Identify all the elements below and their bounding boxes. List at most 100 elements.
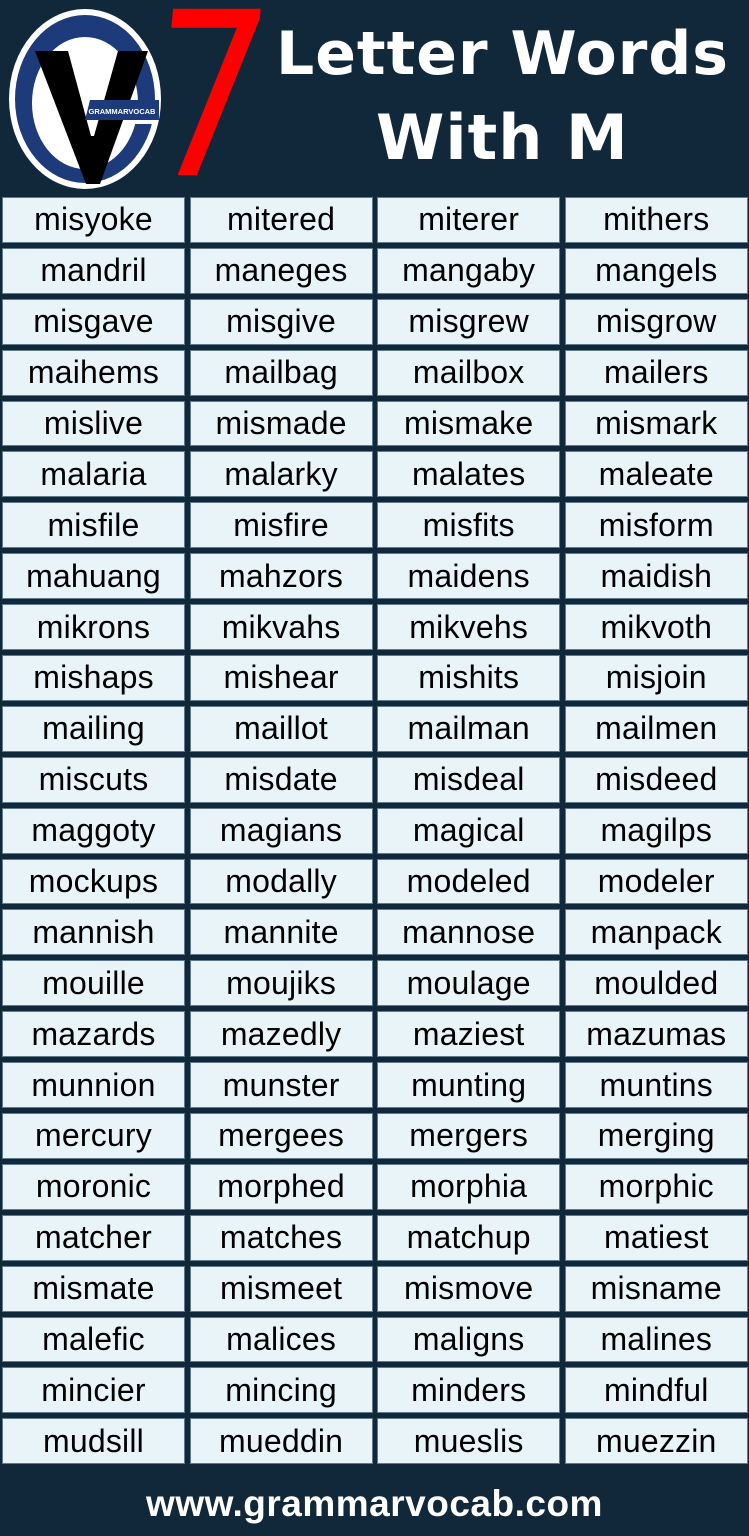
word-cell: misjoin <box>564 655 748 701</box>
word-cell: malarky <box>189 451 373 498</box>
word-cell: mismove <box>377 1265 561 1312</box>
word-cell: maziest <box>377 1011 561 1058</box>
word-cell: morphic <box>564 1163 748 1210</box>
word-cell: mangels <box>564 247 748 294</box>
word-cell: malates <box>377 451 561 498</box>
word-cell: mailmen <box>564 705 748 752</box>
word-cell: mislive <box>2 400 185 447</box>
word-cell: modeler <box>564 858 748 905</box>
word-cell: mudsill <box>2 1418 185 1465</box>
word-cell: mueslis <box>377 1418 561 1465</box>
word-cell: moulage <box>377 960 561 1007</box>
word-cell: malices <box>189 1316 373 1363</box>
word-cell: malines <box>564 1316 748 1363</box>
word-cell: maidish <box>564 553 748 600</box>
word-cell: mincier <box>2 1367 185 1414</box>
word-cell: maidens <box>377 553 561 600</box>
word-cell: manpack <box>564 909 748 956</box>
word-cell: mazards <box>2 1011 185 1058</box>
word-cell: mikvahs <box>189 604 373 651</box>
footer-url: www.grammarvocab.com <box>146 1483 603 1524</box>
word-cell: munnion <box>2 1062 185 1109</box>
word-cell: mazumas <box>564 1011 748 1058</box>
word-cell: mishits <box>377 655 561 701</box>
word-cell: malefic <box>2 1316 185 1363</box>
word-cell: mergees <box>189 1113 373 1159</box>
word-cell: mismade <box>189 400 373 447</box>
word-cell: misform <box>564 502 748 549</box>
word-cell: mismark <box>564 400 748 447</box>
word-cell: maleate <box>564 451 748 498</box>
word-cell: matcher <box>2 1214 185 1261</box>
header: GRAMMARVOCAB 7 Letter Words With M <box>0 0 749 229</box>
word-cell: mailbag <box>189 349 373 396</box>
word-cell: mitered <box>189 197 373 243</box>
word-cell: mikvehs <box>377 604 561 651</box>
word-cell: mannite <box>189 909 373 956</box>
title-line-2: With M <box>376 101 629 174</box>
word-cell: maihems <box>2 349 185 396</box>
word-cell: mailman <box>377 705 561 752</box>
word-cell: misgrew <box>377 298 561 345</box>
word-cell: munting <box>377 1062 561 1109</box>
word-cell: maillot <box>189 705 373 752</box>
word-cell: misdeed <box>564 756 748 803</box>
word-cell: mikrons <box>2 604 185 651</box>
word-cell: mishear <box>189 655 373 701</box>
word-cell: maneges <box>189 247 373 294</box>
word-cell: mueddin <box>189 1418 373 1465</box>
word-cell: muezzin <box>564 1418 748 1465</box>
word-cell: magians <box>189 807 373 854</box>
word-cell: misfits <box>377 502 561 549</box>
word-cell: mercury <box>2 1113 185 1159</box>
word-cell: maggoty <box>2 807 185 854</box>
word-cell: mahzors <box>189 553 373 600</box>
word-cell: mindful <box>564 1367 748 1414</box>
word-cell: morphed <box>189 1163 373 1210</box>
word-cell: mandril <box>2 247 185 294</box>
word-cell: mouille <box>2 960 185 1007</box>
word-cell: misdate <box>189 756 373 803</box>
word-cell: magilps <box>564 807 748 854</box>
word-cell: mismate <box>2 1265 185 1312</box>
grammarvocab-logo-icon: GRAMMARVOCAB <box>9 9 161 189</box>
word-grid: misyoke mitered miterer mithers mandril maneg… <box>2 197 748 1465</box>
word-cell: mincing <box>189 1367 373 1414</box>
word-cell: magical <box>377 807 561 854</box>
word-cell: mahuang <box>2 553 185 600</box>
word-cell: modally <box>189 858 373 905</box>
word-cell: malaria <box>2 451 185 498</box>
word-cell: mockups <box>2 858 185 905</box>
word-cell: misname <box>564 1265 748 1312</box>
word-cell: mishaps <box>2 655 185 701</box>
word-cell: mangaby <box>377 247 561 294</box>
word-cell: moulded <box>564 960 748 1007</box>
word-cell: mergers <box>377 1113 561 1159</box>
word-cell: mailbox <box>377 349 561 396</box>
word-cell: misgrow <box>564 298 748 345</box>
word-cell: misfile <box>2 502 185 549</box>
word-cell: matches <box>189 1214 373 1261</box>
word-cell: miscuts <box>2 756 185 803</box>
word-cell: maligns <box>377 1316 561 1363</box>
word-cell: misgive <box>189 298 373 345</box>
word-cell: mazedly <box>189 1011 373 1058</box>
word-cell: moronic <box>2 1163 185 1210</box>
word-cell: misgave <box>2 298 185 345</box>
logo-text: GRAMMARVOCAB <box>89 107 157 116</box>
word-cell: morphia <box>377 1163 561 1210</box>
word-cell: modeled <box>377 858 561 905</box>
word-cell: misyoke <box>2 197 185 243</box>
title-line-1: Letter Words <box>276 19 729 89</box>
word-cell: mismake <box>377 400 561 447</box>
word-cell: munster <box>189 1062 373 1109</box>
word-cell: mailing <box>2 705 185 752</box>
word-cell: misdeal <box>377 756 561 803</box>
number-seven: 7 <box>138 0 278 229</box>
word-cell: moujiks <box>189 960 373 1007</box>
word-cell: miterer <box>377 197 561 243</box>
word-cell: mikvoth <box>564 604 748 651</box>
word-cell: minders <box>377 1367 561 1414</box>
word-cell: merging <box>564 1113 748 1159</box>
word-cell: misfire <box>189 502 373 549</box>
